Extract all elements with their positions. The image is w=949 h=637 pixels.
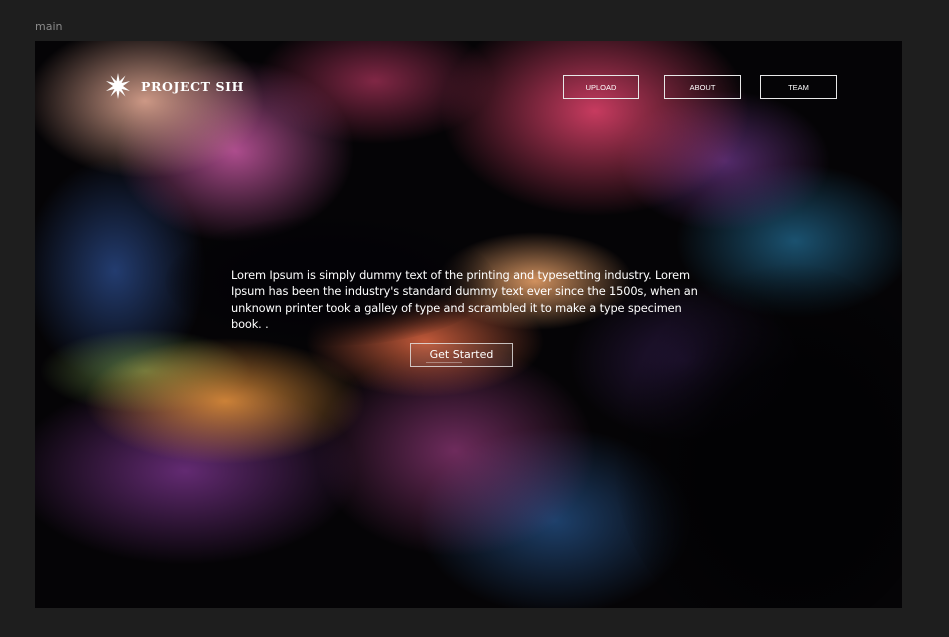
cta-underline: [426, 362, 462, 363]
frame-label[interactable]: main: [35, 20, 62, 33]
get-started-button[interactable]: Get Started: [410, 343, 513, 367]
upload-button[interactable]: UPLOAD: [563, 75, 639, 99]
team-button[interactable]: TEAM: [760, 75, 837, 99]
about-button[interactable]: ABOUT: [664, 75, 741, 99]
logo-text: PROJECT SIH: [141, 78, 245, 94]
hero-description: Lorem Ipsum is simply dummy text of the …: [231, 268, 698, 331]
starburst-icon: [106, 73, 130, 99]
site-logo[interactable]: PROJECT SIH: [105, 73, 244, 99]
main-frame: PROJECT SIH UPLOAD ABOUT TEAM Lorem Ipsu…: [35, 41, 902, 608]
get-started-label: Get Started: [429, 348, 494, 361]
design-canvas: main PROJECT SIH UPLOAD ABOUT TEAM Lorem…: [0, 0, 949, 637]
